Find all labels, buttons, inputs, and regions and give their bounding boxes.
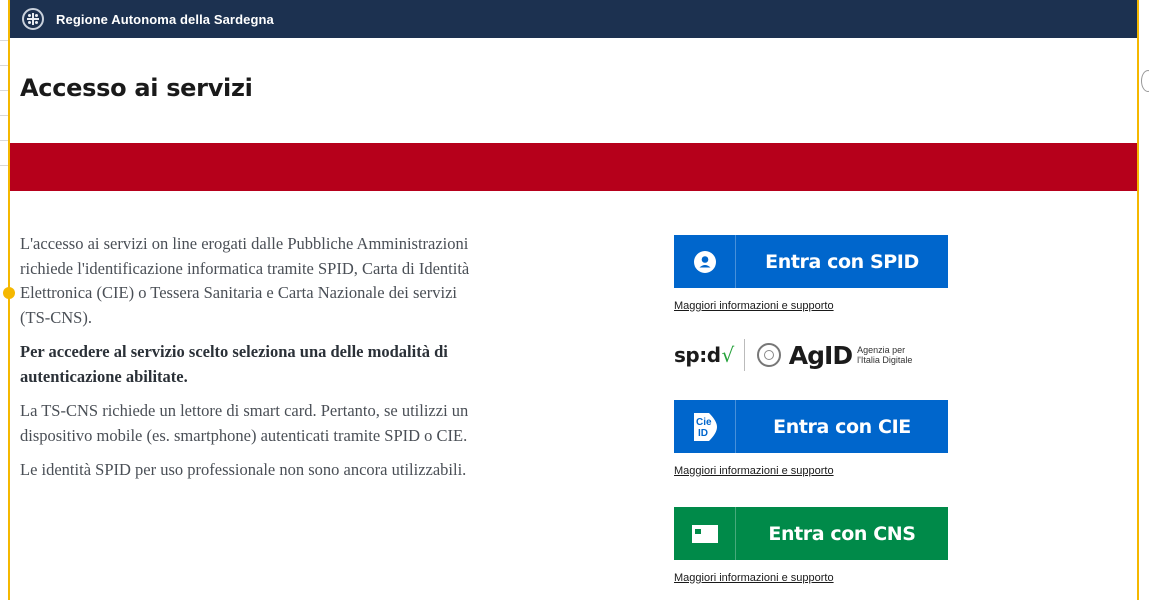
header-title[interactable]: Regione Autonoma della Sardegna bbox=[56, 12, 274, 27]
cie-id-icon: Cie ID bbox=[674, 400, 736, 453]
sardinia-coat-of-arms-icon bbox=[22, 8, 44, 30]
spid-logo-text: sp:d bbox=[674, 343, 721, 367]
intro-text: L'accesso ai servizi on line erogati dal… bbox=[20, 232, 490, 493]
top-header: Regione Autonoma della Sardegna bbox=[10, 0, 1137, 38]
spid-button-label: Entra con SPID bbox=[765, 250, 919, 273]
agid-subtitle: Agenzia per l'Italia Digitale bbox=[857, 345, 912, 365]
spid-login-button[interactable]: Entra con SPID bbox=[674, 235, 948, 288]
cie-icon-text-1: Cie bbox=[696, 417, 712, 428]
agid-subtitle-line-2: l'Italia Digitale bbox=[857, 355, 913, 365]
intro-paragraph-cns: La TS-CNS richiede un lettore di smart c… bbox=[20, 401, 469, 445]
cns-block: Entra con CNS Maggiori informazioni e su… bbox=[674, 507, 948, 584]
cns-login-button[interactable]: Entra con CNS bbox=[674, 507, 948, 560]
frame-ticks bbox=[0, 40, 8, 190]
agid-subtitle-line-1: Agenzia per bbox=[857, 345, 906, 355]
intro-lead: Per accedere al servizio scelto selezion… bbox=[20, 342, 448, 386]
frame-right-rule bbox=[1137, 0, 1139, 600]
page-title: Accesso ai servizi bbox=[20, 74, 253, 102]
red-banner bbox=[10, 143, 1137, 191]
cie-button-label: Entra con CIE bbox=[773, 415, 911, 438]
cie-block: Cie ID Entra con CIE Maggiori informazio… bbox=[674, 400, 948, 477]
spid-block: Entra con SPID Maggiori informazioni e s… bbox=[674, 235, 948, 312]
resize-handle[interactable] bbox=[3, 287, 15, 299]
spid-logo: sp:d √ bbox=[674, 343, 734, 367]
intro-paragraph-professional: Le identità SPID per uso professionale n… bbox=[20, 460, 467, 479]
agid-logo: AgID bbox=[788, 340, 853, 370]
cie-login-button[interactable]: Cie ID Entra con CIE bbox=[674, 400, 948, 453]
spid-help-link[interactable]: Maggiori informazioni e supporto bbox=[674, 300, 948, 312]
user-icon bbox=[674, 235, 736, 288]
cns-help-link[interactable]: Maggiori informazioni e supporto bbox=[674, 572, 948, 584]
edge-widget-icon[interactable] bbox=[1141, 70, 1149, 92]
cie-icon-text-2: ID bbox=[698, 428, 708, 439]
intro-paragraph: L'accesso ai servizi on line erogati dal… bbox=[20, 234, 470, 327]
logo-divider bbox=[743, 339, 745, 371]
cie-help-link[interactable]: Maggiori informazioni e supporto bbox=[674, 465, 948, 477]
frame-left-rule bbox=[8, 0, 10, 600]
italian-republic-emblem-icon bbox=[756, 343, 781, 367]
cns-button-label: Entra con CNS bbox=[768, 522, 916, 545]
smart-card-icon bbox=[674, 507, 736, 560]
spid-agid-logos: sp:d √ AgID Agenzia per l'Italia Digital… bbox=[674, 337, 934, 373]
spid-check-mark: √ bbox=[721, 343, 735, 367]
